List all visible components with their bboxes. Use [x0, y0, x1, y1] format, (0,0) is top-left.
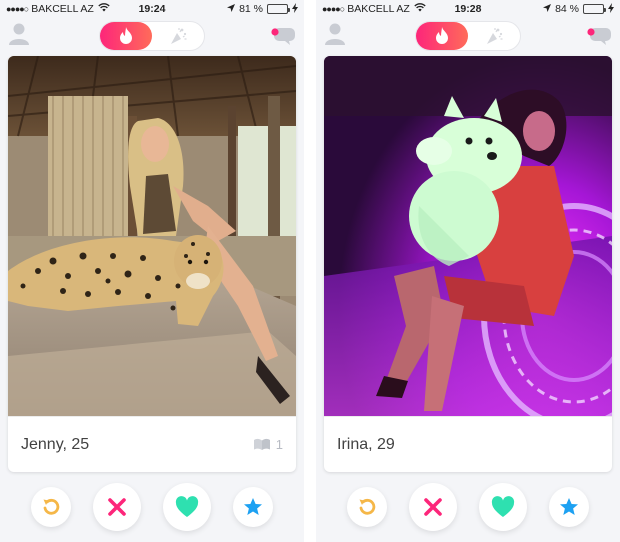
flame-icon	[436, 27, 448, 44]
phone-screen-1: ●●●●○ BAKCELL AZ 19:24 81 % Jenny, 25 1	[0, 0, 304, 542]
like-button[interactable]	[479, 483, 527, 531]
rewind-icon	[43, 498, 60, 515]
book-icon	[253, 438, 270, 450]
close-icon	[424, 498, 442, 516]
carrier-name: BAKCELL AZ	[347, 3, 410, 15]
photo-woman-with-leopard	[8, 56, 296, 416]
discover-feed-toggle[interactable]	[99, 21, 205, 51]
sparkle-icon	[171, 28, 187, 44]
profile-card[interactable]: Jenny, 25 1	[8, 56, 296, 472]
charging-icon	[292, 2, 298, 16]
profile-name-age: Jenny, 25	[21, 435, 90, 453]
wifi-icon	[98, 3, 110, 15]
card-info-bar: Jenny, 25 1	[8, 416, 296, 472]
carrier-name: BAKCELL AZ	[31, 3, 94, 15]
shared-interests: 1	[253, 437, 283, 452]
profile-button[interactable]	[324, 22, 346, 46]
close-icon	[108, 498, 126, 516]
chat-bubbles-icon	[587, 28, 611, 45]
tab-discover[interactable]	[416, 22, 468, 50]
battery-icon	[583, 4, 606, 14]
rewind-icon	[359, 498, 376, 515]
messages-button[interactable]	[270, 24, 296, 46]
shared-count: 1	[275, 437, 283, 452]
signal-icon: ●●●●○	[322, 4, 345, 14]
battery-percent: 84 %	[555, 3, 579, 15]
tab-discover[interactable]	[100, 22, 152, 50]
location-icon	[227, 3, 236, 15]
battery-percent: 81 %	[239, 3, 263, 15]
discover-feed-toggle[interactable]	[415, 21, 521, 51]
like-button[interactable]	[163, 483, 211, 531]
action-bar	[316, 482, 620, 532]
battery-icon	[267, 4, 290, 14]
rewind-button[interactable]	[31, 487, 71, 527]
screen-divider	[304, 0, 316, 542]
phone-screen-2: ●●●●○ BAKCELL AZ 19:28 84 % Irina, 29	[316, 0, 620, 542]
rewind-button[interactable]	[347, 487, 387, 527]
status-bar: ●●●●○ BAKCELL AZ 19:24 81 %	[0, 0, 304, 18]
card-info-bar: Irina, 29	[324, 416, 612, 472]
super-like-button[interactable]	[233, 487, 273, 527]
tab-feed[interactable]	[468, 22, 520, 50]
person-icon	[325, 23, 345, 45]
super-like-button[interactable]	[549, 487, 589, 527]
chat-bubbles-icon	[271, 28, 295, 45]
messages-button[interactable]	[586, 24, 612, 46]
profile-photo[interactable]	[324, 56, 612, 416]
profile-button[interactable]	[8, 22, 30, 46]
flame-icon	[120, 27, 132, 44]
person-icon	[9, 23, 29, 45]
profile-photo[interactable]	[8, 56, 296, 416]
location-icon	[543, 3, 552, 15]
photo-woman-with-dog	[324, 56, 612, 416]
profile-card[interactable]: Irina, 29	[324, 56, 612, 472]
profile-name-age: Irina, 29	[337, 435, 395, 453]
charging-icon	[608, 2, 614, 16]
wifi-icon	[414, 3, 426, 15]
heart-icon	[491, 496, 515, 517]
nope-button[interactable]	[93, 483, 141, 531]
sparkle-icon	[487, 28, 503, 44]
top-navigation	[316, 18, 620, 54]
star-icon	[244, 498, 262, 515]
heart-icon	[175, 496, 199, 517]
top-navigation	[0, 18, 304, 54]
action-bar	[0, 482, 304, 532]
status-bar: ●●●●○ BAKCELL AZ 19:28 84 %	[316, 0, 620, 18]
tab-feed[interactable]	[152, 22, 204, 50]
signal-icon: ●●●●○	[6, 4, 29, 14]
star-icon	[560, 498, 578, 515]
nope-button[interactable]	[409, 483, 457, 531]
